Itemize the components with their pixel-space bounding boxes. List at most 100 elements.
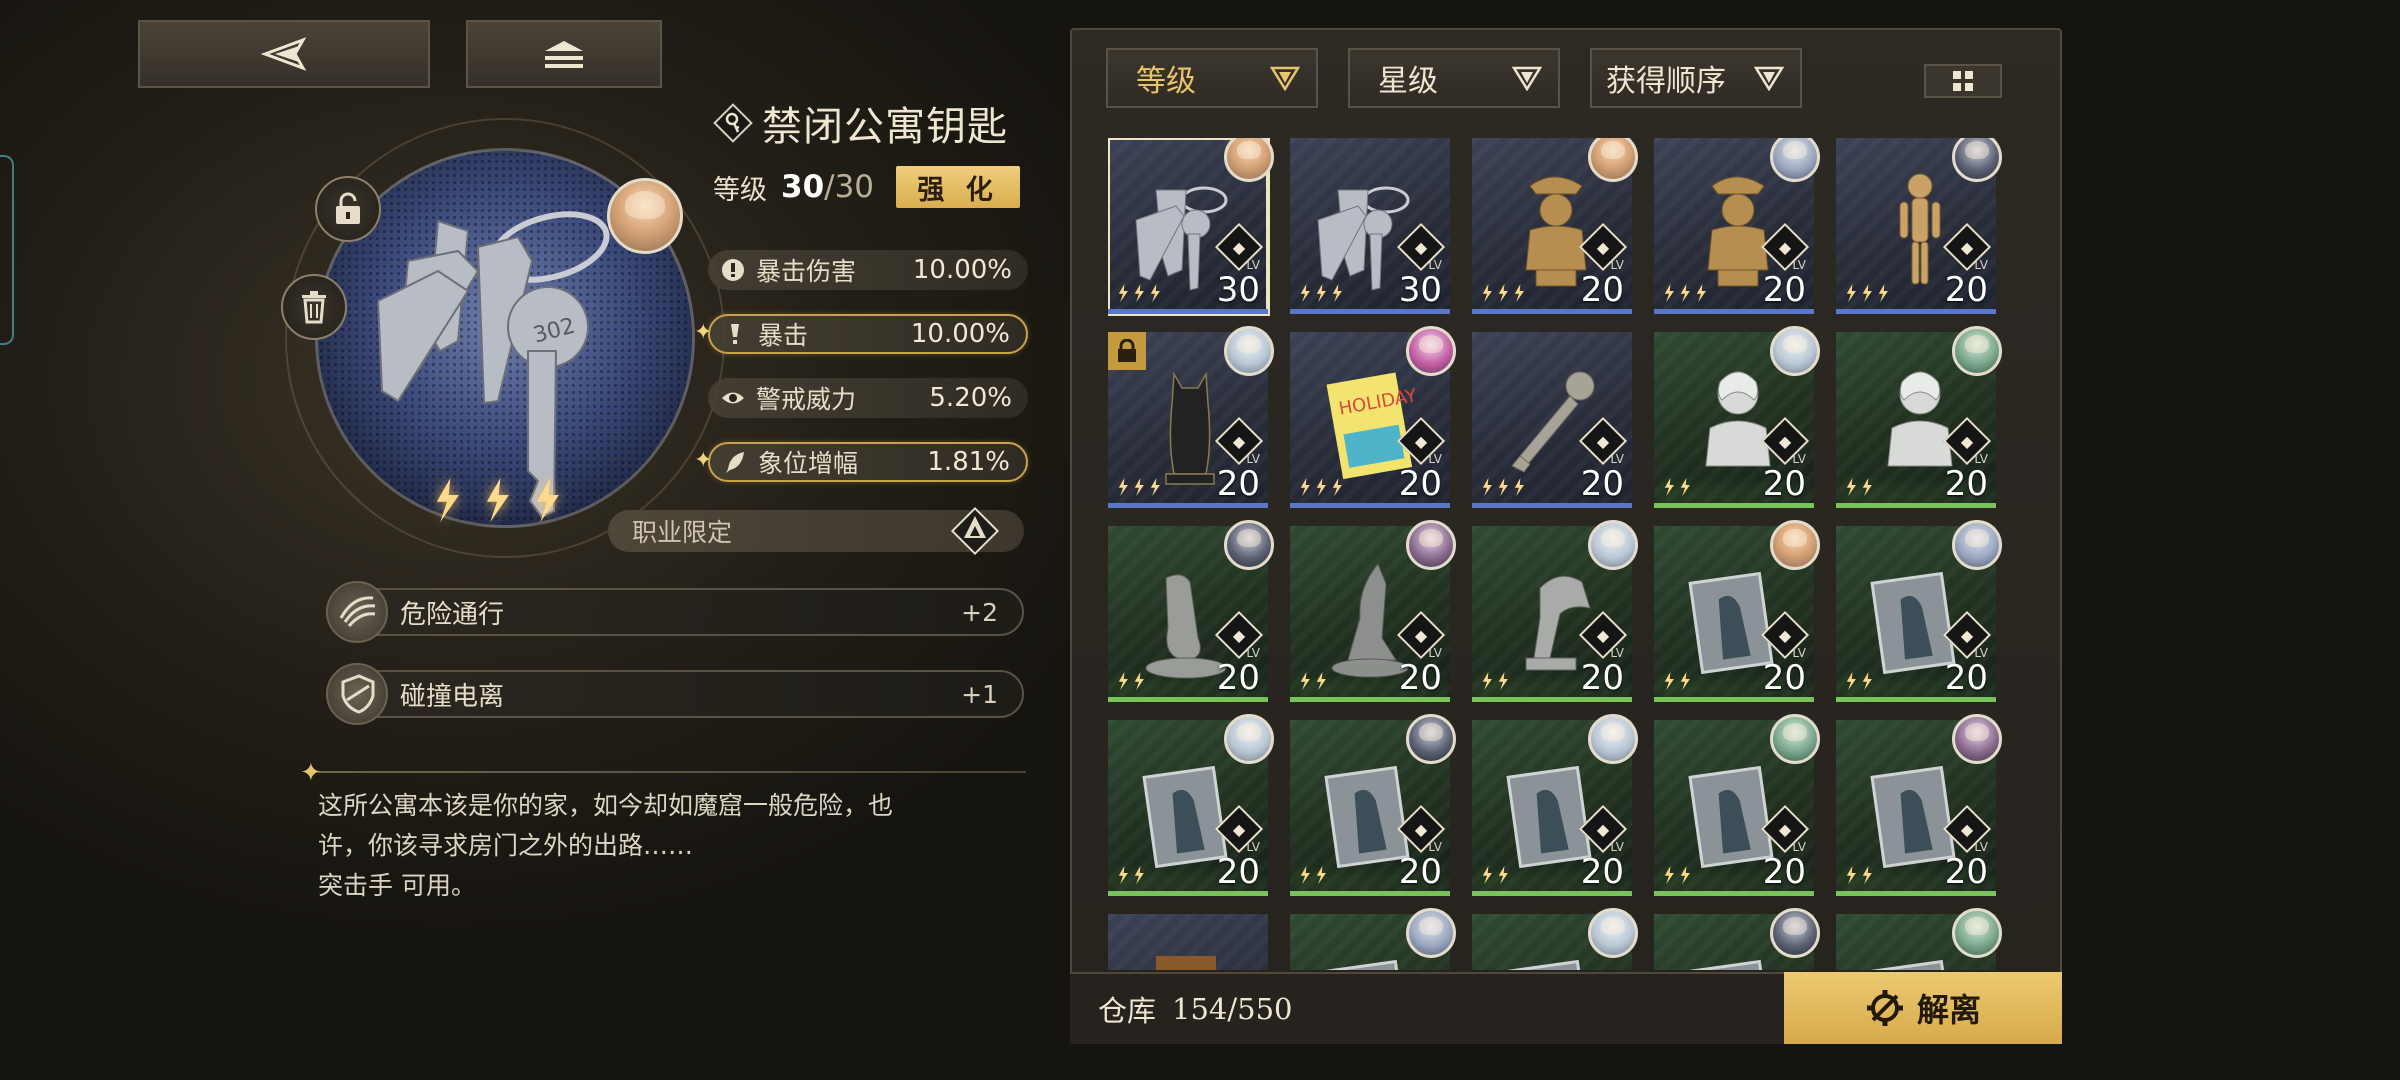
card-star-icon — [1664, 865, 1674, 884]
divider-sparkle-icon: ✦ — [300, 758, 322, 788]
inventory-item-card[interactable]: ◆ LV 20 — [1654, 138, 1820, 314]
card-star-icon — [1482, 477, 1492, 496]
sort-filter-obtain-order[interactable]: 获得顺序 — [1590, 48, 1802, 108]
back-button[interactable] — [138, 20, 430, 88]
level-max: /30 — [824, 169, 875, 205]
inventory-item-card[interactable]: ◆ LV 20 — [1290, 520, 1456, 702]
inventory-panel: 等级 星级 获得顺序 ◆ LV 30 ◆ LV 30 ◆ LV 20 ◆ LV 20 ◆ LV 20 ◆ LV 2… — [1070, 28, 2062, 1044]
dropdown-triangle-icon — [1754, 66, 1784, 91]
card-star-icon — [1300, 671, 1310, 690]
crit-damage-icon — [720, 257, 746, 283]
card-star-icon — [1498, 477, 1508, 496]
card-star-icon — [1316, 865, 1326, 884]
level-value: 30 — [781, 169, 825, 205]
lock-toggle-button[interactable] — [315, 176, 381, 242]
card-character-avatar — [1588, 520, 1638, 570]
class-restriction[interactable]: 职业限定 — [608, 506, 1024, 556]
inventory-item-card[interactable]: ◆ LV 20 — [1654, 520, 1820, 702]
dismantle-button[interactable]: 解离 — [1784, 972, 2062, 1044]
inventory-item-card[interactable]: ◆ LV 20 — [1290, 714, 1456, 896]
card-stars — [1480, 477, 1526, 496]
card-character-avatar — [1770, 326, 1820, 376]
inventory-item-card[interactable]: ◆ LV 20 — [1836, 326, 2002, 508]
card-character-avatar — [1588, 908, 1638, 958]
inventory-item-card[interactable] — [1108, 914, 1268, 970]
card-star-icon — [1118, 671, 1128, 690]
inventory-item-card[interactable]: ◆ LV 30 — [1108, 138, 1274, 316]
inventory-item-card[interactable] — [1654, 908, 1820, 970]
card-stars — [1480, 671, 1510, 690]
left-edge-tab[interactable] — [0, 155, 14, 345]
lock-icon — [1108, 332, 1146, 370]
inventory-item-card[interactable]: ◆ LV 20 — [1836, 138, 2002, 314]
card-level: 30 — [1216, 270, 1260, 310]
item-art-box — [1156, 956, 1216, 970]
card-star-icon — [1664, 283, 1674, 302]
card-level: 20 — [1216, 852, 1260, 892]
home-button[interactable] — [466, 20, 662, 88]
grid-view-button[interactable] — [1924, 64, 2002, 98]
rarity-star-icon — [436, 478, 459, 523]
inventory-item-card[interactable]: ◆ LV 20 — [1108, 520, 1274, 702]
card-level: 20 — [1944, 658, 1988, 698]
inventory-item-card[interactable]: ◆ LV 20 — [1108, 714, 1274, 896]
card-level: 20 — [1944, 852, 1988, 892]
skill-row[interactable]: 碰撞电离 +1 — [326, 663, 1024, 725]
inventory-item-card[interactable]: ◆ LV 20 — [1472, 332, 1632, 508]
card-star-icon — [1696, 283, 1706, 302]
inventory-item-card[interactable] — [1836, 908, 2002, 970]
card-character-avatar — [1406, 714, 1456, 764]
inventory-item-card[interactable]: HOLIDAY ◆ LV 20 — [1290, 326, 1456, 508]
inventory-item-card[interactable]: ◆ LV 20 — [1472, 714, 1638, 896]
sort-filter-level[interactable]: 等级 — [1106, 48, 1318, 108]
inventory-item-card[interactable]: ◆ LV 20 — [1654, 326, 1820, 508]
inventory-item-card[interactable]: ◆ LV 30 — [1290, 138, 1450, 314]
highlight-sparkle-icon: ✦ — [694, 448, 713, 473]
inventory-grid: ◆ LV 30 ◆ LV 30 ◆ LV 20 ◆ LV 20 ◆ LV 20 ◆ LV 20 HOLIDAY ◆ LV… — [1108, 138, 2038, 970]
card-stars — [1662, 865, 1692, 884]
inventory-item-card[interactable]: ◆ LV 20 — [1472, 138, 1638, 314]
equipped-character-avatar[interactable] — [607, 178, 683, 254]
enhance-button[interactable]: 强 化 — [896, 166, 1021, 208]
stat-value: 10.00% — [912, 255, 1012, 285]
card-stars — [1480, 865, 1510, 884]
card-star-icon — [1316, 283, 1326, 302]
card-star-icon — [1514, 283, 1524, 302]
description-divider — [318, 771, 1026, 773]
delete-button[interactable] — [281, 274, 347, 340]
card-star-icon — [1680, 283, 1690, 302]
card-level: 20 — [1398, 658, 1442, 698]
card-star-icon — [1482, 865, 1492, 884]
card-character-avatar — [1406, 326, 1456, 376]
inventory-item-card[interactable]: ◆ LV 20 — [1836, 520, 2002, 702]
dropdown-triangle-icon — [1512, 66, 1542, 91]
card-star-icon — [1664, 671, 1674, 690]
sort-filter-stars[interactable]: 星级 — [1348, 48, 1560, 108]
card-star-icon — [1862, 865, 1872, 884]
inventory-item-card[interactable]: ◆ LV 20 — [1108, 326, 1274, 508]
card-star-icon — [1680, 865, 1690, 884]
skill-row[interactable]: 危险通行 +2 — [326, 581, 1024, 643]
trash-icon — [302, 291, 326, 324]
card-star-icon — [1664, 477, 1674, 496]
card-star-icon — [1482, 283, 1492, 302]
restriction-label: 职业限定 — [632, 518, 733, 547]
item-description: 这所公寓本该是你的家，如今却如魔窟一般危险，也 许，你该寻求房门之外的出路…… … — [318, 791, 894, 900]
card-star-icon — [1846, 477, 1856, 496]
inventory-item-card[interactable] — [1472, 908, 1638, 970]
quill-icon — [722, 449, 748, 475]
card-star-icon — [1118, 477, 1128, 496]
inventory-item-card[interactable]: ◆ LV 20 — [1654, 714, 1820, 896]
inventory-item-card[interactable] — [1290, 908, 1456, 970]
inventory-item-card[interactable]: ◆ LV 20 — [1836, 714, 2002, 896]
back-arrow-icon — [261, 37, 307, 71]
skill-value: +2 — [961, 597, 998, 627]
stat-row: 暴击 10.00% — [708, 314, 1028, 354]
filter-label: 获得顺序 — [1606, 64, 1726, 99]
card-level: 20 — [1398, 464, 1442, 504]
highlight-sparkle-icon: ✦ — [694, 320, 713, 345]
card-level: 20 — [1762, 270, 1806, 310]
skill-icon — [326, 663, 388, 725]
card-star-icon — [1134, 865, 1144, 884]
inventory-item-card[interactable]: ◆ LV 20 — [1472, 520, 1638, 702]
